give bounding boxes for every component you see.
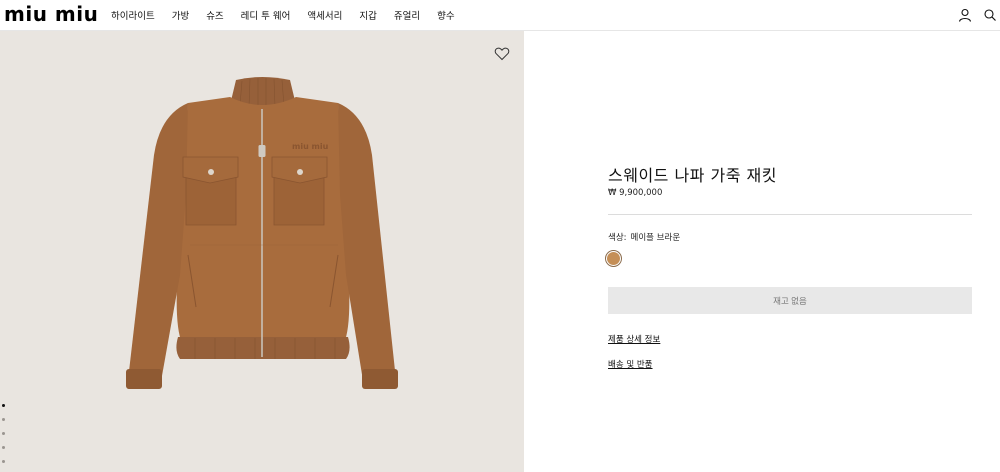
brand-logo[interactable]: miu miu: [4, 3, 98, 25]
product-image: miu miu: [126, 77, 398, 389]
product-price: ₩ 9,900,000: [608, 188, 663, 198]
search-icon[interactable]: [982, 7, 998, 23]
color-swatch[interactable]: [607, 252, 620, 265]
nav-item-jewelry[interactable]: 쥬얼리: [394, 8, 420, 22]
divider: [608, 214, 972, 215]
nav-item-ready-to-wear[interactable]: 레디 투 웨어: [241, 8, 291, 22]
pagination-dot[interactable]: [2, 404, 5, 407]
nav-item-shoes[interactable]: 슈즈: [206, 8, 223, 22]
color-value: 메이플 브라운: [630, 233, 681, 243]
nav-item-wallets[interactable]: 지갑: [359, 8, 376, 22]
out-of-stock-button[interactable]: 재고 없음: [608, 287, 972, 314]
shipping-returns-link[interactable]: 배송 및 반품: [608, 358, 653, 370]
site-header: miu miu 하이라이트 가방 슈즈 레디 투 웨어 액세서리 지갑 쥬얼리 …: [0, 0, 1000, 31]
pagination-dot[interactable]: [2, 460, 5, 463]
pagination-dot[interactable]: [2, 418, 5, 421]
product-image-panel: miu miu: [0, 31, 524, 472]
pagination-dot[interactable]: [2, 432, 5, 435]
nav-item-bags[interactable]: 가방: [172, 8, 189, 22]
heart-icon[interactable]: [494, 46, 510, 61]
color-info: 색상: 메이플 브라운: [608, 231, 680, 243]
nav-item-highlights[interactable]: 하이라이트: [111, 8, 155, 22]
account-icon[interactable]: [957, 7, 973, 23]
svg-text:miu miu: miu miu: [292, 142, 329, 151]
product-details-link[interactable]: 제품 상세 정보: [608, 333, 660, 345]
image-pagination: [2, 404, 5, 472]
nav-item-fragrance[interactable]: 향수: [437, 8, 454, 22]
pagination-dot[interactable]: [2, 446, 5, 449]
product-title: 스웨이드 나파 가죽 재킷: [608, 166, 777, 185]
nav-item-accessories[interactable]: 액세서리: [307, 8, 342, 22]
main-nav: 하이라이트 가방 슈즈 레디 투 웨어 액세서리 지갑 쥬얼리 향수: [111, 0, 472, 30]
product-info-panel: 스웨이드 나파 가죽 재킷 ₩ 9,900,000 색상: 메이플 브라운 재고 …: [524, 31, 1000, 472]
color-label: 색상:: [608, 233, 627, 243]
